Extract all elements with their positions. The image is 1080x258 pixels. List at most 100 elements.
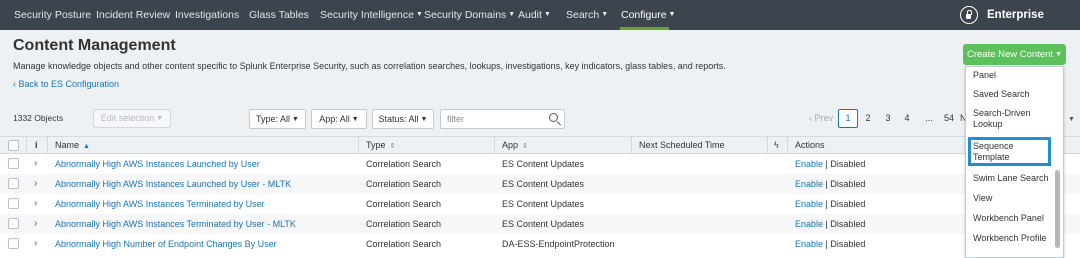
filter-input[interactable]: filter bbox=[440, 109, 565, 129]
nav-glass-tables[interactable]: Glass Tables bbox=[249, 0, 309, 30]
pagination-page-54[interactable]: 54 bbox=[940, 109, 958, 128]
enable-link[interactable]: Enable bbox=[795, 239, 823, 249]
nav-security-domains-label: Security Domains bbox=[424, 9, 507, 21]
back-link-label: Back to ES Configuration bbox=[18, 79, 120, 89]
sort-ascending-icon: ▲ bbox=[83, 143, 90, 150]
type-filter-label: Type: All bbox=[256, 114, 291, 124]
menu-scrollbar[interactable] bbox=[1055, 170, 1060, 248]
chevron-right-icon[interactable]: › bbox=[34, 234, 37, 254]
menu-item-swim-lane-search[interactable]: Swim Lane Search bbox=[973, 173, 1049, 184]
create-new-content-button[interactable]: Create New Content ▼ bbox=[963, 44, 1066, 65]
row-type: Correlation Search bbox=[366, 239, 442, 249]
nav-audit[interactable]: Audit ▼ bbox=[518, 0, 551, 30]
pagination-page-3[interactable]: 3 bbox=[881, 109, 895, 128]
row-name-link[interactable]: Abnormally High AWS Instances Terminated… bbox=[55, 194, 265, 214]
back-to-es-configuration-link[interactable]: ‹ Back to ES Configuration bbox=[13, 79, 119, 89]
row-app: ES Content Updates bbox=[502, 179, 585, 189]
sort-icon: ⇕ bbox=[522, 143, 528, 150]
row-app: ES Content Updates bbox=[502, 159, 585, 169]
nav-security-posture[interactable]: Security Posture bbox=[14, 0, 91, 30]
caret-down-icon: ▼ bbox=[415, 11, 423, 19]
menu-item-view[interactable]: View bbox=[973, 193, 992, 204]
column-name-label: Name bbox=[55, 140, 80, 150]
menu-item-search-driven-lookup[interactable]: Search-Driven Lookup bbox=[973, 108, 1043, 130]
edit-selection-button[interactable]: Edit selection ▼ bbox=[93, 109, 171, 128]
pagination-page-2[interactable]: 2 bbox=[861, 109, 875, 128]
column-type[interactable]: Type ⇕ bbox=[366, 136, 395, 156]
chevron-right-icon[interactable]: › bbox=[34, 194, 37, 214]
caret-down-icon: ▼ bbox=[1055, 51, 1062, 58]
status-filter-dropdown[interactable]: Status: All ▼ bbox=[372, 109, 434, 129]
enable-link[interactable]: Enable bbox=[795, 159, 823, 169]
menu-item-panel[interactable]: Panel bbox=[973, 70, 996, 81]
enable-link[interactable]: Enable bbox=[795, 219, 823, 229]
column-divider bbox=[631, 137, 632, 153]
chevron-right-icon[interactable]: › bbox=[34, 154, 37, 174]
column-divider bbox=[26, 137, 27, 153]
nav-security-intelligence[interactable]: Security Intelligence ▼ bbox=[320, 0, 423, 30]
pagination-ellipsis: ... bbox=[925, 113, 933, 123]
caret-down-icon: ▼ bbox=[351, 115, 359, 123]
disabled-status: | Disabled bbox=[825, 199, 866, 209]
enable-link[interactable]: Enable bbox=[795, 199, 823, 209]
column-app[interactable]: App ⇕ bbox=[502, 136, 528, 156]
column-info: i bbox=[35, 140, 38, 150]
row-type: Correlation Search bbox=[366, 199, 442, 209]
caret-down-icon: ▼ bbox=[601, 11, 609, 19]
type-filter-dropdown[interactable]: Type: All ▼ bbox=[249, 109, 306, 129]
sort-icon: ⇕ bbox=[389, 143, 396, 150]
lock-circle-icon bbox=[960, 6, 978, 24]
app-filter-label: App: All bbox=[319, 114, 350, 124]
enable-link[interactable]: Enable bbox=[795, 179, 823, 189]
menu-item-workbench-profile[interactable]: Workbench Profile bbox=[973, 233, 1046, 244]
nav-security-domains[interactable]: Security Domains ▼ bbox=[424, 0, 515, 30]
column-divider bbox=[47, 137, 48, 153]
nav-incident-review[interactable]: Incident Review bbox=[96, 0, 170, 30]
page-description: Manage knowledge objects and other conte… bbox=[13, 61, 726, 71]
row-type: Correlation Search bbox=[366, 179, 442, 189]
status-filter-label: Status: All bbox=[378, 114, 419, 124]
nav-search-label: Search bbox=[566, 9, 600, 21]
caret-down-icon: ▼ bbox=[292, 115, 299, 123]
highlight-frame bbox=[968, 137, 1051, 166]
column-name[interactable]: Name ▲ bbox=[55, 136, 90, 156]
caret-down-icon: ▼ bbox=[668, 11, 676, 19]
row-checkbox[interactable] bbox=[8, 158, 19, 169]
row-name-link[interactable]: Abnormally High AWS Instances Terminated… bbox=[55, 214, 296, 234]
caret-down-icon: ▼ bbox=[156, 115, 164, 123]
search-icon[interactable] bbox=[549, 113, 558, 122]
disabled-status: | Disabled bbox=[825, 239, 866, 249]
app-filter-dropdown[interactable]: App: All ▼ bbox=[311, 109, 367, 129]
row-checkbox[interactable] bbox=[8, 238, 19, 249]
pagination-page-4[interactable]: 4 bbox=[900, 109, 914, 128]
pagination-prev[interactable]: ‹ Prev bbox=[806, 109, 836, 128]
chevron-right-icon[interactable]: › bbox=[34, 174, 37, 194]
nav-investigations[interactable]: Investigations bbox=[175, 0, 239, 30]
row-type: Correlation Search bbox=[366, 219, 442, 229]
table-row: › Abnormally High AWS Instances Launched… bbox=[0, 174, 1080, 194]
row-name-link[interactable]: Abnormally High Number of Endpoint Chang… bbox=[55, 234, 277, 254]
row-name-link[interactable]: Abnormally High AWS Instances Launched b… bbox=[55, 174, 291, 194]
chevron-right-icon[interactable]: › bbox=[34, 214, 37, 234]
disabled-status: | Disabled bbox=[825, 179, 866, 189]
object-count: 1332 Objects bbox=[13, 113, 64, 123]
caret-down-icon: ▼ bbox=[543, 11, 551, 19]
nav-search[interactable]: Search ▼ bbox=[566, 0, 608, 30]
table-row: › Abnormally High Number of Endpoint Cha… bbox=[0, 234, 1080, 254]
row-checkbox[interactable] bbox=[8, 218, 19, 229]
nav-configure[interactable]: Configure ▼ bbox=[621, 0, 675, 30]
select-all-checkbox[interactable] bbox=[8, 140, 19, 151]
row-checkbox[interactable] bbox=[8, 198, 19, 209]
column-divider bbox=[767, 137, 768, 153]
caret-down-icon[interactable]: ▼ bbox=[1068, 111, 1078, 128]
pagination-page-1[interactable]: 1 bbox=[838, 109, 858, 128]
create-button-label: Create New Content bbox=[966, 49, 1054, 61]
menu-item-workbench-panel[interactable]: Workbench Panel bbox=[973, 213, 1044, 224]
nav-audit-label: Audit bbox=[518, 9, 542, 21]
menu-item-saved-search[interactable]: Saved Search bbox=[973, 89, 1030, 100]
row-checkbox[interactable] bbox=[8, 178, 19, 189]
column-divider bbox=[787, 137, 788, 153]
row-name-link[interactable]: Abnormally High AWS Instances Launched b… bbox=[55, 154, 260, 174]
table-header bbox=[0, 136, 1080, 154]
disabled-status: | Disabled bbox=[825, 219, 866, 229]
